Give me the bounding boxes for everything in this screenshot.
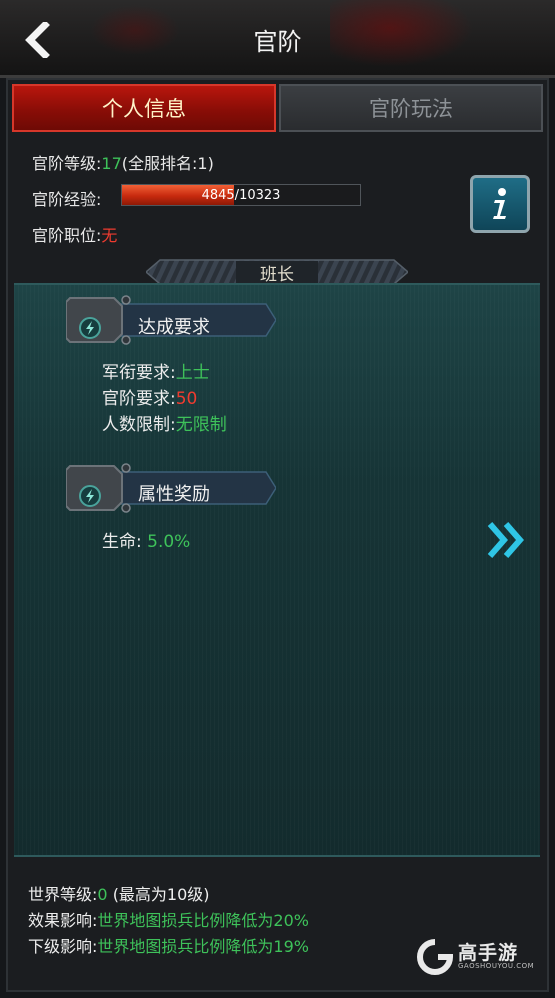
info-icon: [493, 188, 506, 219]
rank-requirement-value: 50: [175, 389, 198, 409]
rank-position-value: 无: [101, 226, 118, 245]
headcount-limit: 人数限制:无限制: [102, 410, 227, 435]
rank-exp-label: 官阶经验:: [32, 190, 102, 209]
effect-label: 效果影响:: [28, 911, 98, 930]
info-button[interactable]: [470, 175, 530, 233]
headcount-limit-label: 人数限制:: [102, 415, 176, 435]
server-ranking: (全服排名:1): [121, 154, 214, 173]
effect-line: 效果影响:世界地图损兵比例降低为20%: [28, 907, 309, 931]
lower-effect-value: 世界地图损兵比例降低为19%: [97, 937, 309, 956]
exp-progress-bar: 4845/10323: [121, 184, 361, 206]
rank-level-value: 17: [101, 154, 122, 173]
rewards-title: 属性奖励: [138, 484, 210, 505]
requirements-title: 达成要求: [138, 317, 210, 338]
tab-rank-gameplay[interactable]: 官阶玩法: [279, 84, 543, 132]
rank-position-label: 官阶职位:: [32, 226, 102, 245]
world-level-label: 世界等级:: [28, 885, 98, 904]
world-level-max: (最高为10级): [112, 885, 210, 904]
rank-requirement-label: 官阶要求:: [102, 389, 176, 409]
lower-effect-label: 下级影响:: [28, 937, 98, 956]
page-title: 官阶: [253, 28, 302, 56]
rank-level-label: 官阶等级:: [32, 154, 102, 173]
exp-progress-text: 4845/10323: [122, 185, 360, 205]
rank-position-line: 官阶职位:无: [32, 222, 117, 246]
military-requirement-value: 上士: [175, 363, 210, 383]
headcount-limit-value: 无限制: [175, 415, 227, 435]
military-requirement: 军衔要求:上士: [102, 358, 210, 383]
watermark-name: 高手游: [458, 942, 519, 964]
watermark-url: GAOSHOUYOU.COM: [458, 962, 535, 970]
rank-name: 班长: [260, 264, 294, 285]
rank-detail-panel: [14, 283, 540, 857]
tab-personal-info[interactable]: 个人信息: [12, 84, 276, 132]
exp-current: 4845: [201, 187, 235, 203]
lower-effect-line: 下级影响:世界地图损兵比例降低为19%: [28, 933, 309, 957]
world-level-value: 0: [97, 885, 108, 904]
gaoshouyou-logo-icon: [417, 939, 454, 975]
effect-value: 世界地图损兵比例降低为20%: [97, 911, 309, 930]
military-requirement-label: 军衔要求:: [102, 363, 176, 383]
world-level-line: 世界等级:0 (最高为10级): [28, 881, 210, 905]
watermark: 高手游 GAOSHOUYOU.COM: [416, 938, 534, 978]
rank-requirement: 官阶要求:50: [102, 384, 197, 409]
double-chevron-right-icon[interactable]: [486, 518, 528, 562]
life-reward: 生命: 5.0%: [102, 527, 190, 552]
rank-level-line: 官阶等级:17(全服排名:1): [32, 150, 214, 174]
top-bar: 官阶: [0, 0, 555, 78]
life-reward-label: 生命:: [102, 532, 142, 552]
life-reward-value: 5.0%: [147, 532, 191, 552]
exp-max: 10323: [239, 187, 281, 203]
